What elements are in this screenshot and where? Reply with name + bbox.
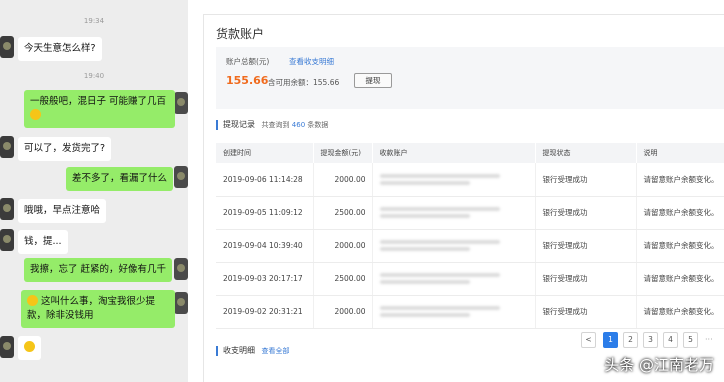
table-row: 2019-09-06 11:14:28 2000.00 银行受理成功 请留意账户… bbox=[216, 163, 724, 197]
cell-account-redacted bbox=[372, 163, 536, 197]
contact-avatar[interactable] bbox=[0, 198, 14, 220]
cell-amount: 2000.00 bbox=[313, 229, 373, 263]
cell-note: 请留意账户余额变化。 bbox=[636, 295, 724, 329]
cell-time: 2019-09-05 11:09:12 bbox=[216, 196, 314, 230]
table-row: 2019-09-03 20:17:17 2500.00 银行受理成功 请留意账户… bbox=[216, 262, 724, 296]
chat-message-sent: 我擦，忘了 赶紧的，好像有几千 bbox=[24, 258, 173, 282]
smirk-emoji-icon bbox=[27, 295, 38, 306]
chat-panel: 19:34 今天生意怎么样? 19:40 一般般吧，混日子 可能赚了几百 可以了… bbox=[0, 0, 188, 382]
chat-message-received: 哦哦，早点注意哈 bbox=[18, 199, 107, 223]
cell-account-redacted bbox=[372, 196, 536, 230]
record-count-suffix: 条数据 bbox=[307, 121, 329, 129]
chat-message-text: 这叫什么事，淘宝我很少提款，除非没钱用 bbox=[27, 296, 156, 321]
balance-summary: 账户总额(元) 查看收支明细 155.66 含可用余额：155.66 提现 bbox=[216, 47, 724, 109]
chat-message-received: 今天生意怎么样? bbox=[18, 37, 102, 61]
chat-timestamp: 19:40 bbox=[83, 72, 105, 80]
available-balance: 含可用余额：155.66 bbox=[268, 78, 340, 87]
contact-avatar[interactable] bbox=[0, 229, 14, 251]
cell-note: 请留意账户余额变化。 bbox=[636, 163, 724, 197]
withdraw-records-heading: 提现记录 共查询到 460 条数据 bbox=[216, 120, 328, 130]
watermark: 头条 @江南老万 bbox=[604, 356, 714, 374]
cell-status: 银行受理成功 bbox=[535, 295, 637, 329]
chat-message-received: 可以了，发货完了? bbox=[18, 137, 112, 161]
table-row: 2019-09-05 11:09:12 2500.00 银行受理成功 请留意账户… bbox=[216, 196, 724, 230]
column-header-note: 说明 bbox=[636, 143, 724, 163]
record-count-number: 460 bbox=[291, 121, 306, 129]
section-title: 收支明细 bbox=[223, 346, 255, 355]
chat-message-received: 钱，提... bbox=[18, 230, 68, 254]
column-header-time: 创建时间 bbox=[216, 143, 314, 163]
cell-account-redacted bbox=[372, 229, 536, 263]
cell-note: 请留意账户余额变化。 bbox=[636, 229, 724, 263]
chat-message-sent: 这叫什么事，淘宝我很少提款，除非没钱用 bbox=[21, 290, 175, 328]
cell-status: 银行受理成功 bbox=[535, 262, 637, 296]
page-button-2[interactable]: 2 bbox=[623, 332, 638, 348]
page-button-1[interactable]: 1 bbox=[603, 332, 618, 348]
cell-status: 银行受理成功 bbox=[535, 196, 637, 230]
cell-account-redacted bbox=[372, 262, 536, 296]
page-title: 货款账户 bbox=[216, 27, 265, 41]
chat-message-sent: 一般般吧，混日子 可能赚了几百 bbox=[24, 90, 175, 128]
self-avatar[interactable] bbox=[174, 166, 188, 188]
cell-status: 银行受理成功 bbox=[535, 163, 637, 197]
cell-time: 2019-09-04 10:39:40 bbox=[216, 229, 314, 263]
page-button-3[interactable]: 3 bbox=[643, 332, 658, 348]
cell-time: 2019-09-06 11:14:28 bbox=[216, 163, 314, 197]
cell-note: 请留意账户余额变化。 bbox=[636, 262, 724, 296]
smile-emoji-icon bbox=[30, 109, 41, 120]
table-row: 2019-09-04 10:39:40 2000.00 银行受理成功 请留意账户… bbox=[216, 229, 724, 263]
view-details-link[interactable]: 查看收支明细 bbox=[289, 56, 334, 67]
cell-amount: 2000.00 bbox=[313, 163, 373, 197]
view-all-link[interactable]: 查看全部 bbox=[262, 347, 290, 355]
cell-amount: 2500.00 bbox=[313, 196, 373, 230]
withdraw-button[interactable]: 提现 bbox=[354, 73, 392, 88]
chat-timestamp: 19:34 bbox=[83, 17, 105, 25]
record-count-prefix: 共查询到 bbox=[261, 121, 290, 129]
cell-note: 请留意账户余额变化。 bbox=[636, 196, 724, 230]
chat-message-received bbox=[18, 336, 41, 360]
ledger-heading: 收支明细 查看全部 bbox=[216, 346, 290, 356]
cell-account-redacted bbox=[372, 295, 536, 329]
column-header-account: 收款账户 bbox=[372, 143, 536, 163]
page-button-4[interactable]: 4 bbox=[663, 332, 678, 348]
page-ellipsis: ··· bbox=[705, 335, 713, 344]
balance-amount: 155.66 bbox=[226, 74, 269, 87]
cell-status: 银行受理成功 bbox=[535, 229, 637, 263]
cell-time: 2019-09-03 20:17:17 bbox=[216, 262, 314, 296]
prev-page-button[interactable]: < bbox=[581, 332, 596, 348]
contact-avatar[interactable] bbox=[0, 36, 14, 58]
chat-message-text: 一般般吧，混日子 可能赚了几百 bbox=[30, 96, 167, 107]
column-header-amount: 提现金额(元) bbox=[313, 143, 373, 163]
cell-time: 2019-09-02 20:31:21 bbox=[216, 295, 314, 329]
table-row: 2019-09-02 20:31:21 2000.00 银行受理成功 请留意账户… bbox=[216, 295, 724, 329]
contact-avatar[interactable] bbox=[0, 136, 14, 158]
self-avatar[interactable] bbox=[174, 258, 188, 280]
self-avatar[interactable] bbox=[174, 92, 188, 114]
chat-message-sent: 差不多了，看漏了什么 bbox=[66, 167, 174, 191]
laugh-emoji-icon bbox=[24, 341, 35, 352]
withdraw-records-table: 创建时间 提现金额(元) 收款账户 提现状态 说明 2019-09-06 11:… bbox=[216, 143, 724, 329]
cell-amount: 2500.00 bbox=[313, 262, 373, 296]
column-header-status: 提现状态 bbox=[535, 143, 637, 163]
total-balance-label: 账户总额(元) bbox=[226, 57, 270, 66]
contact-avatar[interactable] bbox=[0, 336, 14, 358]
page-button-5[interactable]: 5 bbox=[683, 332, 698, 348]
self-avatar[interactable] bbox=[174, 292, 188, 314]
account-panel: 货款账户 账户总额(元) 查看收支明细 155.66 含可用余额：155.66 … bbox=[203, 14, 724, 382]
table-header-row: 创建时间 提现金额(元) 收款账户 提现状态 说明 bbox=[216, 143, 724, 163]
cell-amount: 2000.00 bbox=[313, 295, 373, 329]
section-title: 提现记录 bbox=[223, 120, 255, 129]
record-count: 共查询到 460 条数据 bbox=[262, 121, 329, 129]
